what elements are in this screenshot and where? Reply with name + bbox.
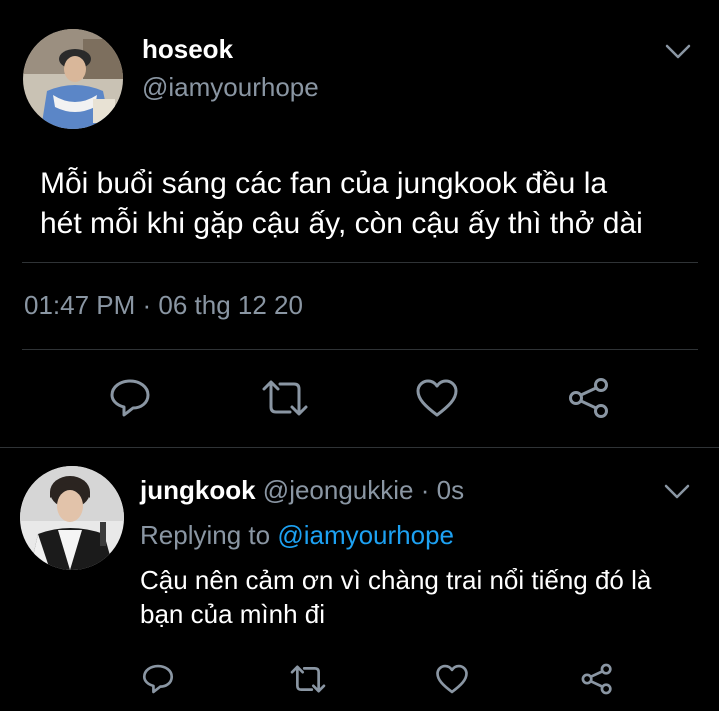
avatar-image <box>20 466 124 570</box>
tweet-text-line: Mỗi buổi sáng các fan của jungkook đều l… <box>40 167 608 200</box>
reply-header: jungkook @jeongukkie · 0s <box>140 475 464 506</box>
display-name[interactable]: hoseok <box>142 34 233 65</box>
display-name[interactable]: jungkook <box>140 475 256 505</box>
retweet-icon[interactable] <box>260 377 310 419</box>
reply-text: Cậu nên cảm ơn vì chàng trai nổi tiếng đ… <box>140 563 651 631</box>
replying-to-label: Replying to <box>140 520 271 550</box>
retweet-icon[interactable] <box>289 663 327 695</box>
user-handle-time[interactable]: @jeongukkie · 0s <box>263 475 464 505</box>
avatar-jungkook[interactable] <box>20 466 124 570</box>
replying-to: Replying to @iamyourhope <box>140 520 454 551</box>
like-icon[interactable] <box>415 377 459 419</box>
avatar-hoseok[interactable] <box>23 29 123 129</box>
replying-to-handle[interactable]: @iamyourhope <box>277 520 454 550</box>
avatar-image <box>23 29 123 129</box>
reply-icon[interactable] <box>108 377 152 419</box>
tweet-text-line: hét mỗi khi gặp cậu ấy, còn cậu ấy thì t… <box>40 207 643 240</box>
tweet-timestamp[interactable]: 01:47 PM · 06 thg 12 20 <box>24 290 303 321</box>
share-icon[interactable] <box>580 663 614 695</box>
reply-icon[interactable] <box>141 663 175 695</box>
tweet-text: Mỗi buổi sáng các fan của jungkook đều l… <box>40 164 643 244</box>
divider <box>0 447 719 448</box>
divider <box>22 262 698 263</box>
like-icon[interactable] <box>435 663 469 695</box>
chevron-down-icon[interactable] <box>664 484 690 500</box>
share-icon[interactable] <box>567 377 611 419</box>
reply-text-line: Cậu nên cảm ơn vì chàng trai nổi tiếng đ… <box>140 565 652 595</box>
user-handle[interactable]: @iamyourhope <box>142 72 319 103</box>
reply-text-line: bạn của mình đi <box>140 599 326 629</box>
chevron-down-icon[interactable] <box>665 44 691 60</box>
divider <box>22 349 698 350</box>
